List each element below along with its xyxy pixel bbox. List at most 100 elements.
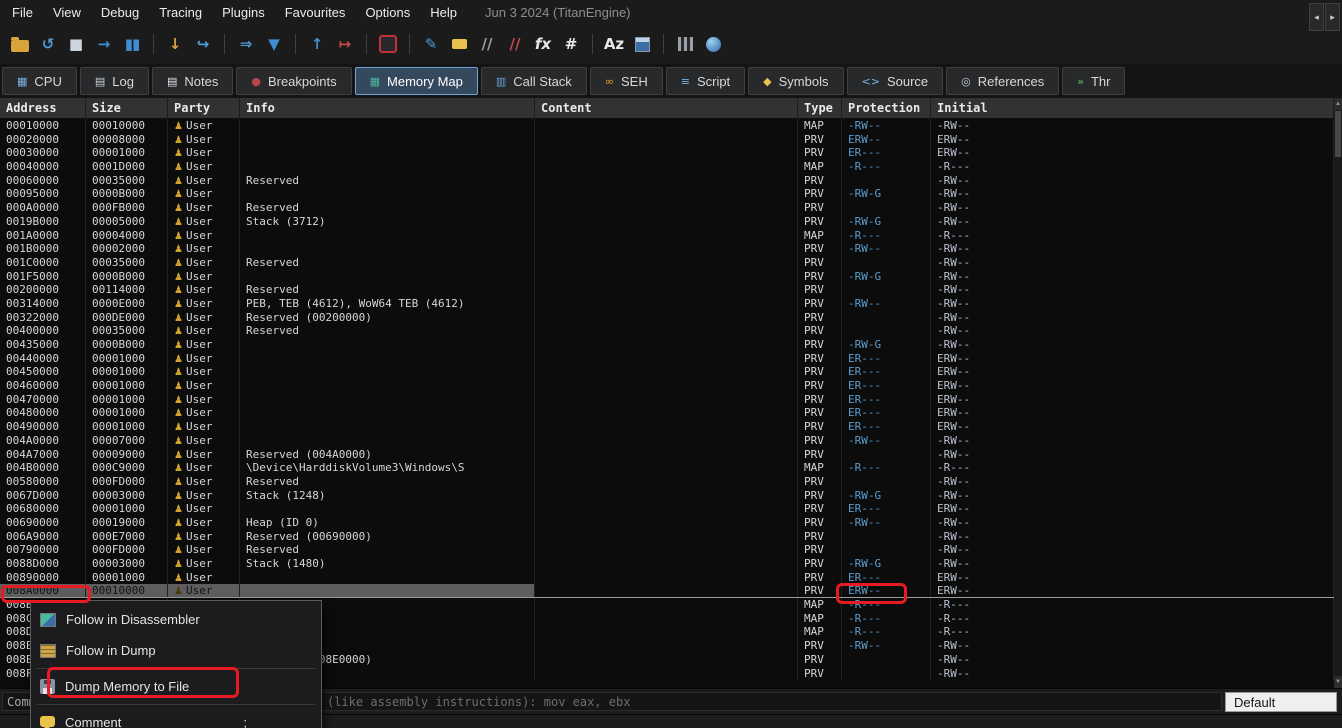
toolbar-comment-icon[interactable] bbox=[446, 31, 472, 57]
toolbar-trace-into-icon[interactable]: ▼ bbox=[261, 31, 287, 57]
tab-cpu[interactable]: ▦CPU bbox=[2, 67, 77, 95]
tab-symbols[interactable]: ◆Symbols bbox=[748, 67, 843, 95]
scroll-down-button[interactable]: ▼ bbox=[1334, 676, 1342, 688]
tab-log[interactable]: ▤Log bbox=[80, 67, 149, 95]
toolbar-close-icon[interactable]: ■ bbox=[63, 31, 89, 57]
table-header: AddressSizePartyInfoContentTypeProtectio… bbox=[0, 98, 1334, 119]
toolbar-memory-columns-icon[interactable] bbox=[672, 31, 698, 57]
table-row[interactable]: 0003000000001000♟UserPRVER---ERW-- bbox=[0, 146, 1334, 160]
menu-item-follow-in-dump[interactable]: Follow in Dump bbox=[31, 635, 321, 666]
tab-source[interactable]: <>Source bbox=[847, 67, 944, 95]
toolbar-globe-icon[interactable] bbox=[700, 31, 726, 57]
table-row[interactable]: 0045000000001000♟UserPRVER---ERW-- bbox=[0, 365, 1334, 379]
menubar-item-file[interactable]: File bbox=[2, 2, 43, 23]
menu-item-dump-memory-to-file[interactable]: Dump Memory to File bbox=[31, 671, 321, 702]
tab-label: Log bbox=[112, 74, 134, 89]
table-row[interactable]: 0047000000001000♟UserPRVER---ERW-- bbox=[0, 393, 1334, 407]
table-row[interactable]: 0044000000001000♟UserPRVER---ERW-- bbox=[0, 352, 1334, 366]
menubar-item-tracing[interactable]: Tracing bbox=[149, 2, 212, 23]
table-row[interactable]: 0020000000114000♟UserReservedPRV-RW-- bbox=[0, 283, 1334, 297]
cell-address: 00400000 bbox=[0, 324, 86, 338]
table-row[interactable]: 0049000000001000♟UserPRVER---ERW-- bbox=[0, 420, 1334, 434]
tab-memory-map[interactable]: ▦Memory Map bbox=[355, 67, 478, 95]
table-row[interactable]: 001A000000004000♟UserMAP-R----R--- bbox=[0, 229, 1334, 243]
table-row[interactable]: 008A000000010000♟UserPRVERW--ERW-- bbox=[0, 584, 1334, 598]
toolbar-skip-next-icon[interactable]: ↦ bbox=[332, 31, 358, 57]
table-row[interactable]: 0019B00000005000♟UserStack (3712)PRV-RW-… bbox=[0, 215, 1334, 229]
table-row[interactable]: 0006000000035000♟UserReservedPRV-RW-- bbox=[0, 174, 1334, 188]
toolbar-step-over-icon[interactable]: ↪ bbox=[190, 31, 216, 57]
table-row[interactable]: 004350000000B000♟UserPRV-RW-G-RW-- bbox=[0, 338, 1334, 352]
table-row[interactable]: 0002000000008000♟UserPRVERW--ERW-- bbox=[0, 133, 1334, 147]
cell-address: 00010000 bbox=[0, 119, 86, 133]
scroll-up-button[interactable]: ▲ bbox=[1334, 98, 1342, 110]
toolbar-font-icon[interactable]: Az bbox=[601, 31, 627, 57]
table-row[interactable]: 00322000000DE000♟UserReserved (00200000)… bbox=[0, 311, 1334, 325]
table-row[interactable]: 0001000000010000♟UserMAP-RW---RW-- bbox=[0, 119, 1334, 133]
toolbar-calculator-icon[interactable] bbox=[629, 31, 655, 57]
tab-breakpoints[interactable]: ●Breakpoints bbox=[236, 67, 351, 95]
cell-type: PRV bbox=[798, 434, 842, 448]
menubar-item-help[interactable]: Help bbox=[420, 2, 467, 23]
tab-references[interactable]: ◎References bbox=[946, 67, 1059, 95]
cell-address: 004A7000 bbox=[0, 448, 86, 462]
menubar-item-debug[interactable]: Debug bbox=[91, 2, 149, 23]
toolbar-s-badge-icon[interactable] bbox=[375, 31, 401, 57]
cell-address: 00790000 bbox=[0, 543, 86, 557]
toolbar-run-to-user-code-icon[interactable]: ⇒ bbox=[233, 31, 259, 57]
toolbar-run-icon[interactable]: → bbox=[91, 31, 117, 57]
toolbar-assemble-pencil-icon[interactable]: ✎ bbox=[418, 31, 444, 57]
table-row[interactable]: 001F50000000B000♟UserPRV-RW-G-RW-- bbox=[0, 270, 1334, 284]
cell-type: PRV bbox=[798, 653, 842, 667]
menu-item-comment[interactable]: Comment; bbox=[31, 707, 321, 728]
menubar-item-favourites[interactable]: Favourites bbox=[275, 2, 356, 23]
toolbar-hash-icon[interactable]: # bbox=[558, 31, 584, 57]
table-row[interactable]: 003140000000E000♟UserPEB, TEB (4612), Wo… bbox=[0, 297, 1334, 311]
toolbar-open-file-icon[interactable] bbox=[7, 31, 33, 57]
scrollbar-thumb[interactable] bbox=[1335, 111, 1341, 157]
cell-protection: -R--- bbox=[842, 461, 931, 475]
default-profile-select[interactable]: Default bbox=[1225, 692, 1337, 712]
table-row[interactable]: 00580000000FD000♟UserReservedPRV-RW-- bbox=[0, 475, 1334, 489]
menu-item-follow-in-disassembler[interactable]: Follow in Disassembler bbox=[31, 604, 321, 635]
table-row[interactable]: 0069000000019000♟UserHeap (ID 0)PRV-RW--… bbox=[0, 516, 1334, 530]
menubar-item-plugins[interactable]: Plugins bbox=[212, 2, 275, 23]
toolbar-pause-icon[interactable]: ▮▮ bbox=[119, 31, 145, 57]
toolbar-label-red-icon[interactable]: // bbox=[502, 31, 528, 57]
table-row[interactable]: 001B000000002000♟UserPRV-RW---RW-- bbox=[0, 242, 1334, 256]
table-row[interactable]: 000400000001D000♟UserMAP-R----R--- bbox=[0, 160, 1334, 174]
menubar-item-options[interactable]: Options bbox=[355, 2, 420, 23]
toolbar-label-gray-icon[interactable]: // bbox=[474, 31, 500, 57]
toolbar-execute-till-return-icon[interactable]: ↑ bbox=[304, 31, 330, 57]
table-row[interactable]: 00790000000FD000♟UserReservedPRV-RW-- bbox=[0, 543, 1334, 557]
table-row[interactable]: 0088D00000003000♟UserStack (1480)PRV-RW-… bbox=[0, 557, 1334, 571]
table-row[interactable]: 004A700000009000♟UserReserved (004A0000)… bbox=[0, 448, 1334, 462]
cell-type: MAP bbox=[798, 160, 842, 174]
tab-scroll-left-button[interactable]: ◂ bbox=[1309, 3, 1324, 31]
tab-scroll-right-button[interactable]: ▸ bbox=[1325, 3, 1340, 31]
cell-initial: -RW-- bbox=[931, 667, 1334, 681]
table-row[interactable]: 006A9000000E7000♟UserReserved (00690000)… bbox=[0, 530, 1334, 544]
table-row[interactable]: 0046000000001000♟UserPRVER---ERW-- bbox=[0, 379, 1334, 393]
table-row[interactable]: 0068000000001000♟UserPRVER---ERW-- bbox=[0, 502, 1334, 516]
tab-thr[interactable]: »Thr bbox=[1062, 67, 1125, 95]
toolbar-fx-icon[interactable]: fx bbox=[530, 31, 556, 57]
menubar-item-view[interactable]: View bbox=[43, 2, 91, 23]
toolbar-step-into-icon[interactable]: ↓ bbox=[162, 31, 188, 57]
table-row[interactable]: 0048000000001000♟UserPRVER---ERW-- bbox=[0, 406, 1334, 420]
table-row[interactable]: 004A000000007000♟UserPRV-RW---RW-- bbox=[0, 434, 1334, 448]
vertical-scrollbar[interactable]: ▲ ▼ bbox=[1334, 98, 1342, 688]
table-row[interactable]: 000A0000000FB000♟UserReservedPRV-RW-- bbox=[0, 201, 1334, 215]
table-row[interactable]: 004B0000000C9000♟User\Device\HarddiskVol… bbox=[0, 461, 1334, 475]
table-row[interactable]: 0089000000001000♟UserPRVER---ERW-- bbox=[0, 571, 1334, 585]
table-row[interactable]: 0067D00000003000♟UserStack (1248)PRV-RW-… bbox=[0, 489, 1334, 503]
toolbar-restart-icon[interactable]: ↺ bbox=[35, 31, 61, 57]
table-row[interactable]: 000950000000B000♟UserPRV-RW-G-RW-- bbox=[0, 187, 1334, 201]
table-row[interactable]: 001C000000035000♟UserReservedPRV-RW-- bbox=[0, 256, 1334, 270]
table-row[interactable]: 0040000000035000♟UserReservedPRV-RW-- bbox=[0, 324, 1334, 338]
tab-seh[interactable]: ∞SEH bbox=[590, 67, 663, 95]
cell-initial: -RW-- bbox=[931, 174, 1334, 188]
tab-script[interactable]: ≡Script bbox=[666, 67, 745, 95]
tab-call-stack[interactable]: ▥Call Stack bbox=[481, 67, 587, 95]
tab-notes[interactable]: ▤Notes bbox=[152, 67, 233, 95]
